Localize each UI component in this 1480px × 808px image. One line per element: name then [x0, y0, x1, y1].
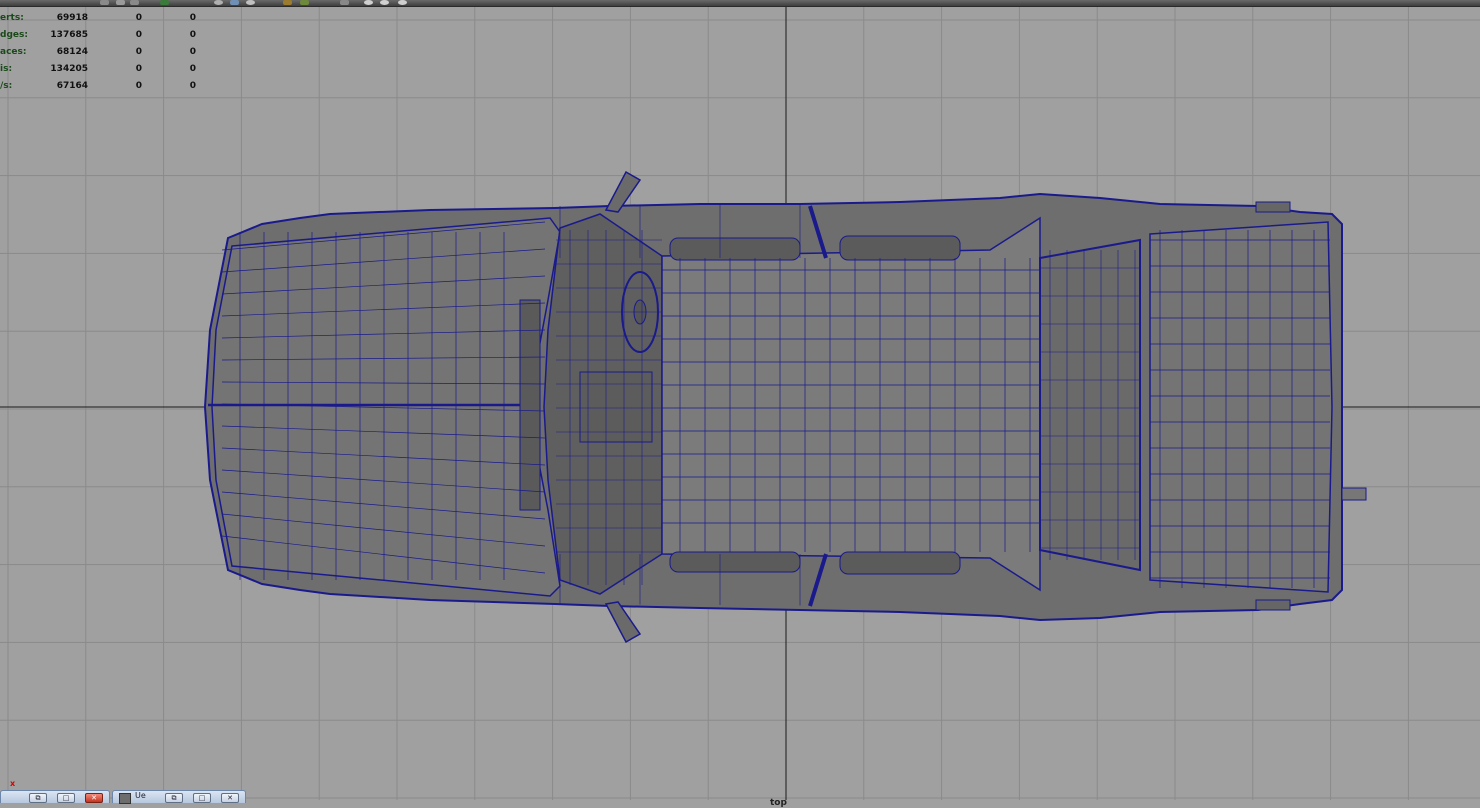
minimized-panel[interactable]: ⧉ □ ✕	[0, 790, 110, 803]
toolbar-strip	[0, 0, 1480, 7]
hud-label: is:	[0, 64, 13, 74]
car-side-mirror	[604, 601, 642, 644]
car-tail-light	[1255, 201, 1291, 213]
hud-value: 0	[189, 64, 196, 74]
hud-label: erts:	[0, 13, 24, 23]
settings-icon[interactable]	[398, 0, 407, 5]
viewport-scene[interactable]	[0, 7, 1480, 800]
hud-row: is: 134205 0 0	[0, 62, 200, 76]
hud-value: 69918	[56, 13, 88, 23]
minimized-panel[interactable]: Ue ⧉ □ ✕	[112, 790, 246, 804]
hud-value: 0	[135, 47, 142, 57]
car-seat	[669, 551, 801, 573]
car-grille	[519, 299, 541, 511]
shelf-tool-icon[interactable]	[116, 0, 125, 5]
car-roof	[661, 216, 1041, 592]
car-seat	[839, 551, 961, 575]
restore-button[interactable]: ⧉	[29, 793, 47, 803]
car-dashboard	[579, 371, 653, 443]
car-rear-window	[1039, 238, 1141, 572]
car-tail-light	[1255, 599, 1291, 611]
camera-icon[interactable]	[300, 0, 309, 5]
hud-value: 137685	[50, 30, 88, 40]
hud-value: 0	[135, 13, 142, 23]
render-icon[interactable]	[160, 0, 169, 5]
hud-row: /s: 67164 0 0	[0, 79, 200, 93]
car-exhaust-pipe	[1341, 487, 1367, 501]
hud-value: 67164	[56, 81, 88, 91]
hud-value: 0	[135, 81, 142, 91]
hud-value: 0	[189, 30, 196, 40]
hud-value: 0	[189, 47, 196, 57]
hud-row: dges: 137685 0 0	[0, 28, 200, 42]
camera-icon[interactable]	[283, 0, 292, 5]
panel-label: Ue	[135, 791, 146, 800]
close-marker[interactable]: x	[10, 779, 15, 788]
settings-icon[interactable]	[340, 0, 349, 5]
sphere-icon[interactable]	[230, 0, 239, 5]
top-viewport[interactable]: erts: 69918 0 0 dges: 137685 0 0 aces: 68124 0 0 is:…	[0, 7, 1480, 808]
maximize-button[interactable]: □	[57, 793, 75, 803]
hud-label: dges:	[0, 30, 28, 40]
hud-value: 134205	[50, 64, 88, 74]
maximize-button[interactable]: □	[193, 793, 211, 803]
sphere-icon[interactable]	[214, 0, 223, 5]
hud-value: 0	[135, 64, 142, 74]
hud-value: 68124	[56, 47, 88, 57]
restore-button[interactable]: ⧉	[165, 793, 183, 803]
hud-value: 0	[135, 30, 142, 40]
settings-icon[interactable]	[380, 0, 389, 5]
shelf-tool-icon[interactable]	[130, 0, 139, 5]
car-trunk	[1149, 221, 1333, 593]
sphere-icon[interactable]	[246, 0, 255, 5]
car-seat	[669, 237, 801, 261]
settings-icon[interactable]	[364, 0, 373, 5]
car-mesh[interactable]	[203, 170, 1367, 644]
car-seat	[839, 235, 961, 261]
hud-row: erts: 69918 0 0	[0, 11, 200, 25]
hud-value: 0	[189, 13, 196, 23]
close-button[interactable]: ✕	[221, 793, 239, 803]
close-button[interactable]: ✕	[85, 793, 103, 803]
hud-row: aces: 68124 0 0	[0, 45, 200, 59]
hud-value: 0	[189, 81, 196, 91]
shelf-tool-icon[interactable]	[100, 0, 109, 5]
hud-label: aces:	[0, 47, 27, 57]
hud-label: /s:	[0, 81, 13, 91]
panel-app-icon	[119, 793, 131, 804]
